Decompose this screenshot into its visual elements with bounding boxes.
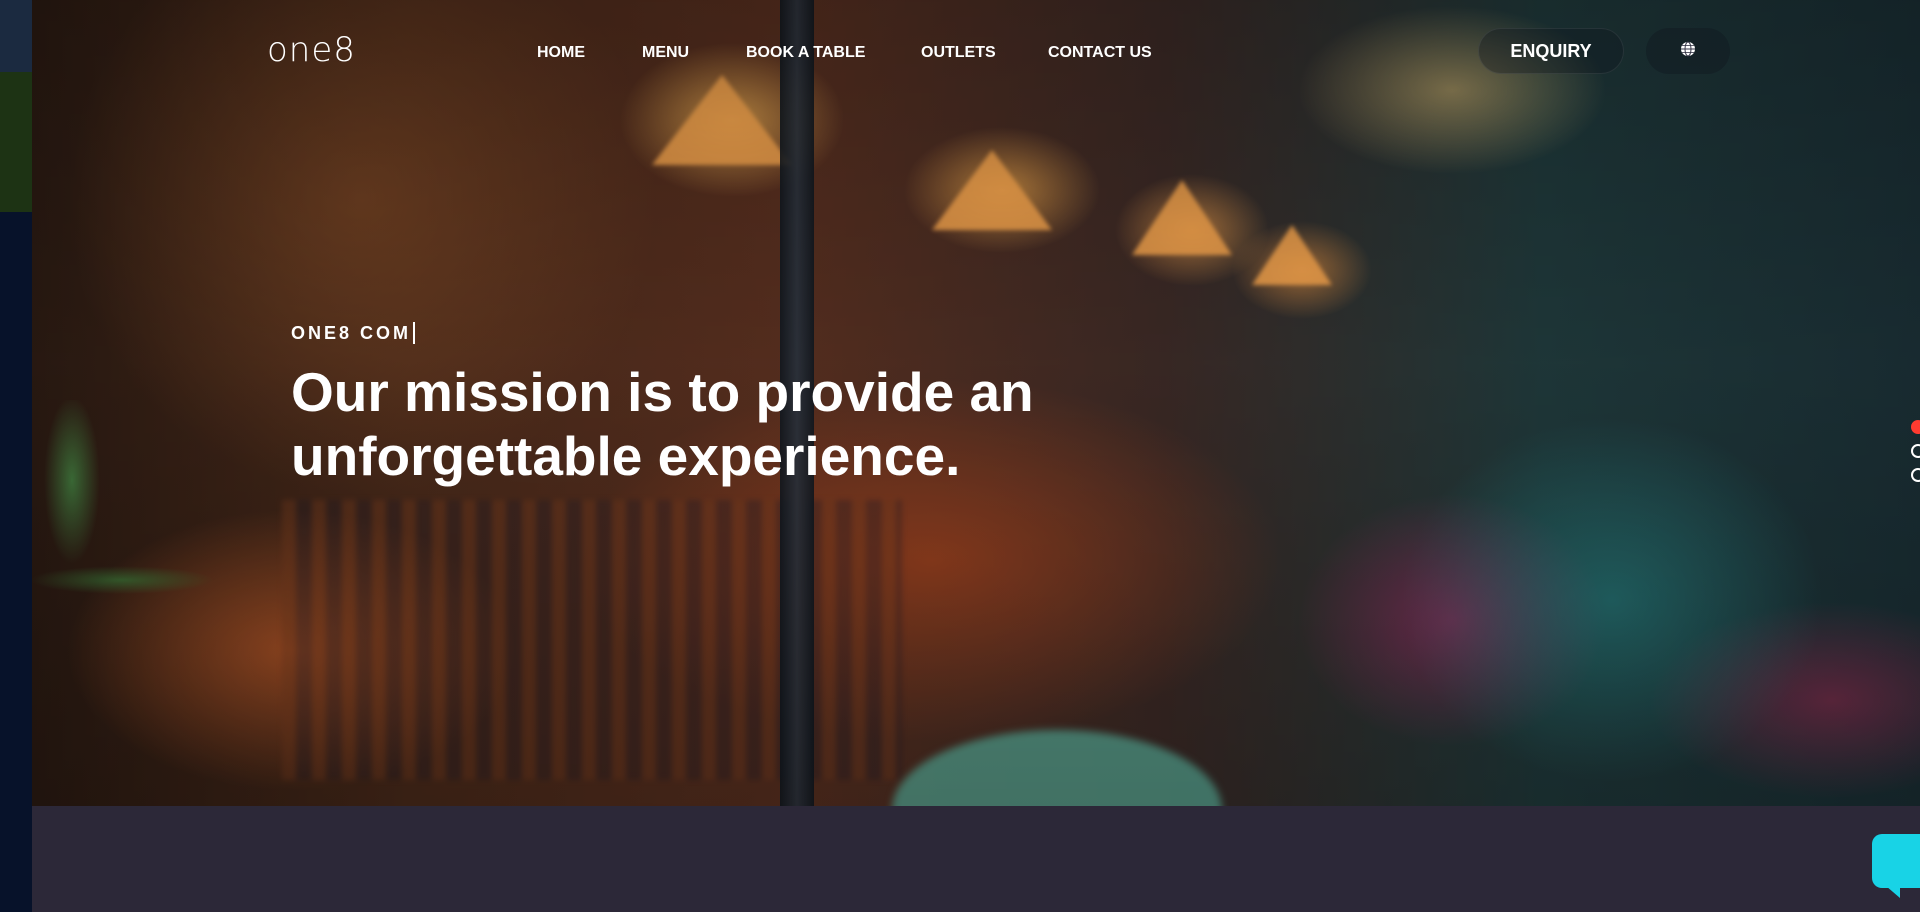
hero-text: ONE8 COM Our mission is to provide an un… — [291, 322, 1191, 488]
brand-logo[interactable]: one8 — [267, 30, 356, 70]
chat-button[interactable] — [1872, 834, 1920, 898]
nav-item-contact-us[interactable]: CONTACT US — [1048, 44, 1152, 62]
slide-dot-2[interactable] — [1911, 444, 1920, 458]
hero-headline: Our mission is to provide an unforgettab… — [291, 361, 1034, 487]
slide-dot-1[interactable] — [1911, 420, 1920, 434]
nav-item-menu[interactable]: MENU — [642, 44, 689, 62]
left-edge-strip — [0, 0, 32, 912]
content-band — [32, 806, 1920, 912]
nav-item-home[interactable]: HOME — [537, 44, 585, 62]
language-button[interactable] — [1646, 28, 1730, 74]
slide-dot-3[interactable] — [1911, 468, 1920, 482]
hero-subtitle: ONE8 COM — [291, 322, 1191, 344]
hero-subtitle-text: ONE8 COM — [291, 322, 412, 343]
nav-item-book-a-table[interactable]: BOOK A TABLE — [746, 44, 865, 62]
nav-item-outlets[interactable]: OUTLETS — [921, 44, 996, 62]
typing-cursor — [413, 322, 416, 344]
page: one8 HOME MENU BOOK A TABLE OUTLETS CONT… — [0, 0, 1920, 912]
left-strip-segment-top — [0, 0, 32, 72]
left-strip-segment-green — [0, 72, 32, 212]
enquiry-button[interactable]: ENQUIRY — [1478, 28, 1624, 74]
globe-icon — [1680, 41, 1696, 61]
